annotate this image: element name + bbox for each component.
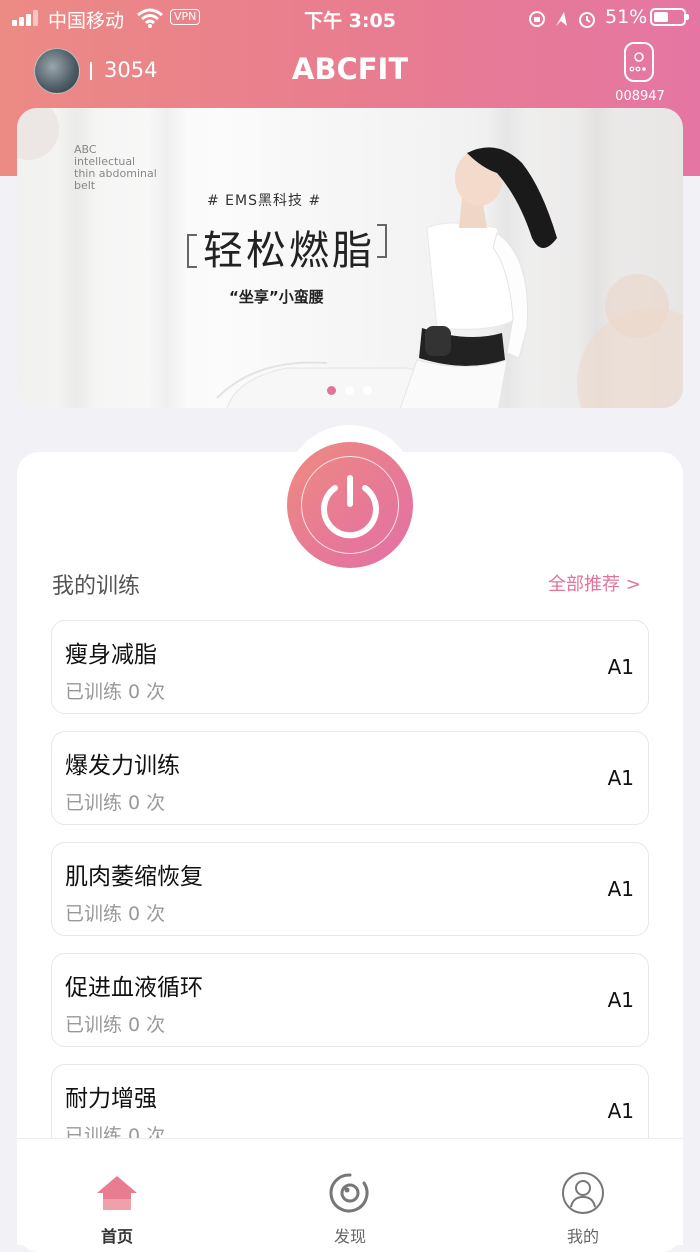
training-level: A1: [607, 766, 634, 790]
training-level: A1: [607, 988, 634, 1012]
carousel-dot[interactable]: [327, 386, 336, 395]
tab-mine[interactable]: 我的: [523, 1139, 643, 1246]
home-icon: [97, 1176, 137, 1210]
banner-small-text: ABC intellectual thin abdominal belt: [74, 143, 157, 192]
training-count: 已训练 0 次: [65, 903, 166, 925]
training-name: 促进血液循环: [65, 975, 203, 1001]
tab-home[interactable]: 首页: [57, 1139, 177, 1246]
decor-circle: [17, 108, 59, 160]
training-count: 已训练 0 次: [65, 1125, 166, 1138]
carousel-dots[interactable]: [327, 380, 381, 399]
profile-icon: [562, 1172, 604, 1214]
device-button[interactable]: [624, 42, 654, 82]
banner-bracket: [187, 234, 197, 268]
device-icon: [629, 52, 646, 72]
tab-discover-label: 发现: [333, 1227, 366, 1246]
tab-bar: 首页 发现 我的: [17, 1138, 683, 1246]
status-bar: 中国移动 VPN 下午 3:05 51%: [0, 0, 700, 36]
app-title: ABCFIT: [291, 52, 409, 86]
training-name: 肌肉萎缩恢复: [65, 864, 203, 890]
training-level: A1: [607, 1099, 634, 1123]
all-recommend-link[interactable]: 全部推荐 >: [548, 570, 641, 596]
training-item[interactable]: 耐力增强已训练 0 次 A1: [51, 1064, 649, 1138]
status-icons: [529, 11, 595, 28]
discover-icon: [329, 1173, 369, 1213]
battery-percent: 51%: [605, 6, 648, 28]
training-level: A1: [607, 877, 634, 901]
tab-home-label: 首页: [100, 1227, 133, 1246]
training-level: A1: [607, 655, 634, 679]
power-button[interactable]: [287, 442, 413, 568]
training-item[interactable]: 瘦身减脂已训练 0 次 A1: [51, 620, 649, 714]
banner-bracket: [377, 224, 387, 258]
training-item[interactable]: 促进血液循环已训练 0 次 A1: [51, 953, 649, 1047]
training-name: 耐力增强: [65, 1086, 157, 1112]
battery-icon: [650, 8, 689, 26]
section-title: 我的训练: [52, 574, 141, 599]
power-icon: [321, 475, 379, 539]
carousel-dot[interactable]: [345, 386, 354, 395]
device-code: 008947: [615, 89, 665, 104]
promo-banner[interactable]: ABC intellectual thin abdominal belt # E…: [17, 108, 683, 408]
training-name: 爆发力训练: [65, 753, 180, 779]
tab-mine-label: 我的: [566, 1227, 599, 1246]
training-count: 已训练 0 次: [65, 792, 166, 814]
banner-subtitle: “坐享”小蛮腰: [229, 288, 324, 306]
training-name: 瘦身减脂: [65, 642, 157, 668]
banner-title: 轻松燃脂: [203, 228, 375, 274]
tab-discover[interactable]: 发现: [290, 1139, 410, 1246]
training-item[interactable]: 肌肉萎缩恢复已训练 0 次 A1: [51, 842, 649, 936]
training-count: 已训练 0 次: [65, 1014, 166, 1036]
training-item[interactable]: 爆发力训练已训练 0 次 A1: [51, 731, 649, 825]
carousel-dot[interactable]: [363, 386, 372, 395]
training-count: 已训练 0 次: [65, 681, 166, 703]
training-list: 瘦身减脂 已训练 0 次 A1 爆发力训练 已训练 0 次 A1 肌肉萎缩恢复 已训练 0 次…: [51, 620, 649, 1138]
banner-tag: # EMS黑科技 #: [207, 193, 322, 209]
